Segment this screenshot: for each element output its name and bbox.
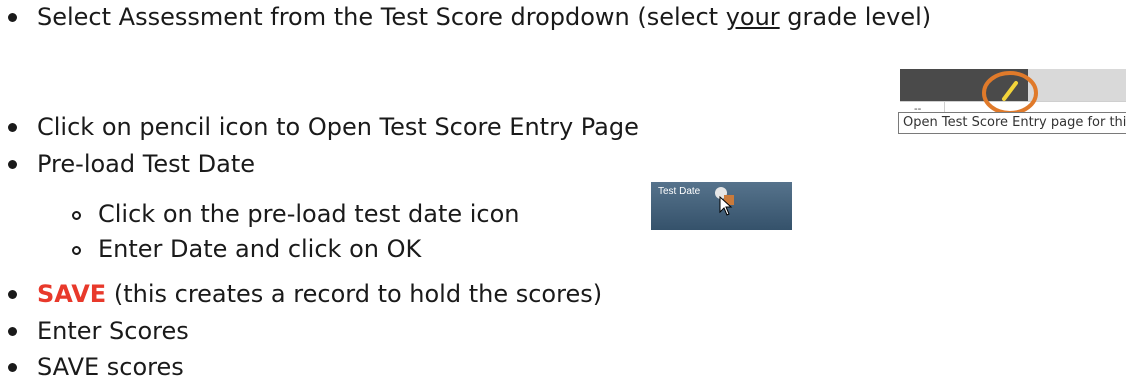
bullet: [8, 290, 17, 299]
sub-bullet: [72, 246, 81, 255]
line-text: SAVE scores: [37, 353, 184, 381]
bullet-line-2: Click on pencil icon to Open Test Score …: [0, 110, 900, 144]
pencil-tooltip: Open Test Score Entry page for this: [898, 112, 1126, 134]
test-date-button[interactable]: Test Date: [651, 182, 792, 230]
bullet-line-save-scores: SAVE scores: [0, 350, 900, 384]
sub-bullet-line-2: Enter Date and click on OK: [0, 232, 900, 266]
bullet: [8, 13, 17, 22]
bullet-line-3: Pre-load Test Date: [0, 147, 900, 181]
line-text: SAVE (this creates a record to hold the …: [37, 280, 603, 308]
line-text: Enter Scores: [37, 317, 189, 345]
sub-bullet: [72, 211, 81, 220]
bullet-line-enter-scores: Enter Scores: [0, 314, 900, 348]
save-emphasis: SAVE: [37, 280, 107, 308]
bullet: [8, 363, 17, 372]
bullet: [8, 160, 17, 169]
line-text: Click on pencil icon to Open Test Score …: [37, 113, 639, 141]
bullet: [8, 123, 17, 132]
line-text: Enter Date and click on OK: [98, 235, 422, 263]
bullet-line-save: SAVE (this creates a record to hold the …: [0, 277, 900, 311]
pencil-icon[interactable]: [980, 69, 1040, 117]
line-text: Select Assessment from the Test Score dr…: [37, 3, 932, 31]
line-text: Click on the pre-load test date icon: [98, 200, 520, 228]
bullet-line-1: Select Assessment from the Test Score dr…: [0, 0, 1126, 34]
test-date-label: Test Date: [658, 186, 701, 197]
line-text: Pre-load Test Date: [37, 150, 255, 178]
mouse-cursor-icon: [719, 196, 733, 216]
bullet: [8, 327, 17, 336]
